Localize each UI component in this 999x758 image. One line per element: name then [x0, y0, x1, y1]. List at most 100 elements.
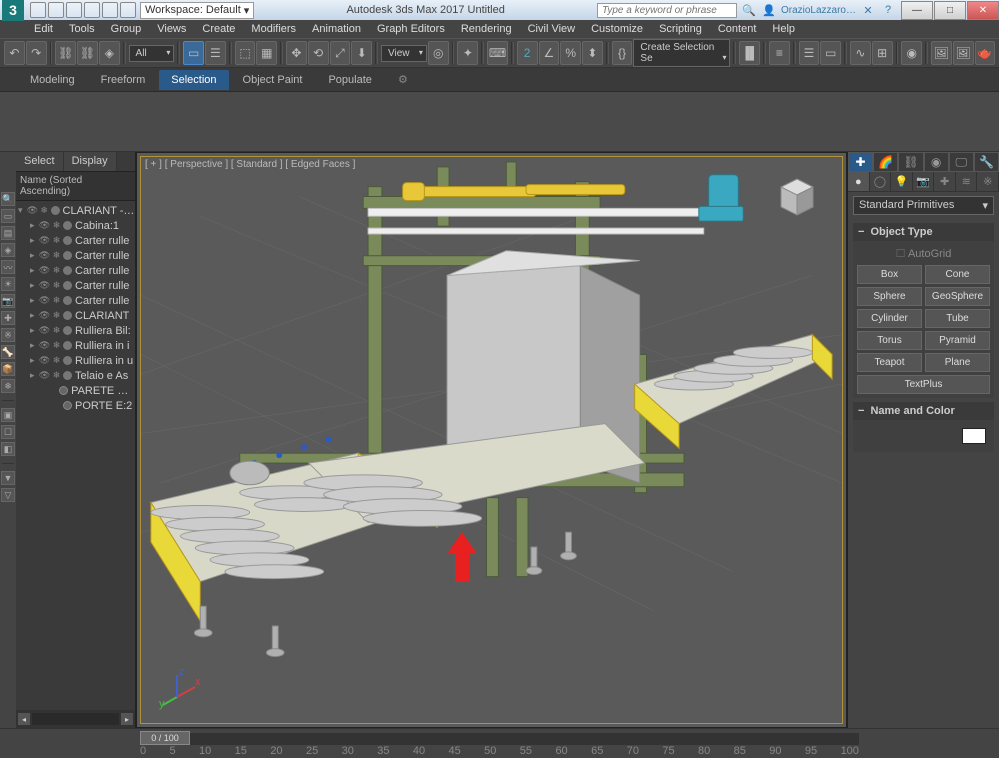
visibility-icon[interactable]: 👁 — [27, 205, 38, 216]
tree-item[interactable]: ▸👁❄Rulliera in u — [16, 353, 135, 368]
bind-icon[interactable]: ◈ — [99, 41, 120, 65]
tab-display[interactable]: Display — [64, 152, 117, 171]
help-icon[interactable]: ? — [880, 2, 896, 18]
category-dropdown[interactable]: Standard Primitives▾ — [853, 196, 994, 215]
tree-item[interactable]: ▸👁❄Carter rulle — [16, 233, 135, 248]
visibility-icon[interactable]: 👁 — [39, 265, 50, 276]
display-invert-icon[interactable]: ◧ — [1, 442, 15, 456]
motion-tab-icon[interactable]: ◉ — [924, 152, 949, 172]
window-crossing-icon[interactable]: ▦ — [256, 41, 277, 65]
keyboard-shortcut-icon[interactable]: ⌨ — [487, 41, 508, 65]
tree-item[interactable]: ▸👁❄Telaio e As — [16, 368, 135, 383]
scroll-left-icon[interactable]: ◂ — [18, 713, 30, 725]
tree-item[interactable]: ▸👁❄Cabina:1 — [16, 218, 135, 233]
ribbon-tab-populate[interactable]: Populate — [316, 70, 383, 90]
tree-item[interactable]: ▸👁❄Carter rulle — [16, 248, 135, 263]
visibility-icon[interactable]: 👁 — [39, 325, 50, 336]
schematic-view-icon[interactable]: ⊞ — [872, 41, 893, 65]
tree-item[interactable]: ▸👁❄Carter rulle — [16, 278, 135, 293]
unlink-icon[interactable]: ⛓ — [77, 41, 98, 65]
maximize-button[interactable]: □ — [934, 1, 966, 20]
open-icon[interactable] — [48, 2, 64, 18]
select-place-icon[interactable]: ⬇ — [351, 41, 372, 65]
tree-item[interactable]: ▸👁❄CLARIANT — [16, 308, 135, 323]
render-icon[interactable]: 🫖 — [975, 41, 996, 65]
primitive-tube-button[interactable]: Tube — [925, 309, 990, 328]
menu-views[interactable]: Views — [149, 21, 194, 37]
workspace-selector[interactable]: Workspace: Default ▾ — [140, 2, 254, 19]
viewport[interactable]: [ + ] [ Perspective ] [ Standard ] [ Edg… — [136, 152, 847, 728]
expand-icon[interactable]: ▸ — [30, 265, 39, 276]
freeze-icon[interactable]: ❄ — [51, 250, 62, 261]
primitive-sphere-button[interactable]: Sphere — [857, 287, 922, 306]
view-by-icon[interactable]: ▤ — [1, 226, 15, 240]
freeze-icon[interactable]: ❄ — [51, 325, 62, 336]
spinner-snap-icon[interactable]: ⬍ — [582, 41, 603, 65]
ribbon-tab-modeling[interactable]: Modeling — [18, 70, 87, 90]
time-slider-handle[interactable]: 0 / 100 — [140, 731, 190, 745]
rollout-object-type-header[interactable]: Object Type — [853, 223, 994, 241]
autogrid-checkbox[interactable]: ☐ AutoGrid — [857, 245, 990, 265]
filter-bone-icon[interactable]: 🦴 — [1, 345, 15, 359]
tree-item[interactable]: ▸👁❄Carter rulle — [16, 293, 135, 308]
menu-modifiers[interactable]: Modifiers — [243, 21, 304, 37]
create-tab-icon[interactable]: ✚ — [848, 152, 873, 172]
display-tab-icon[interactable]: 🖵 — [949, 152, 974, 172]
visibility-icon[interactable]: 👁 — [39, 340, 50, 351]
menu-help[interactable]: Help — [764, 21, 803, 37]
primitive-textplus-button[interactable]: TextPlus — [857, 375, 990, 394]
minimize-button[interactable]: — — [901, 1, 933, 20]
align-icon[interactable]: ≡ — [769, 41, 790, 65]
exchange-icon[interactable]: ✕ — [860, 2, 876, 18]
freeze-icon[interactable]: ❄ — [51, 295, 62, 306]
scene-explorer-scrollbar[interactable]: ◂ ▸ — [16, 710, 135, 728]
primitive-plane-button[interactable]: Plane — [925, 353, 990, 372]
tab-select[interactable]: Select — [16, 152, 64, 171]
visibility-icon[interactable]: 👁 — [39, 295, 50, 306]
expand-icon[interactable]: ▸ — [30, 310, 39, 321]
freeze-icon[interactable]: ❄ — [51, 265, 62, 276]
select-manipulate-icon[interactable]: ✦ — [457, 41, 478, 65]
close-button[interactable]: ✕ — [967, 1, 999, 20]
ref-coord-dropdown[interactable]: View — [381, 45, 427, 62]
modify-tab-icon[interactable]: 🌈 — [873, 152, 898, 172]
rollout-name-color-header[interactable]: Name and Color — [853, 402, 994, 420]
display-none2-icon[interactable]: ☐ — [1, 425, 15, 439]
filter-light-icon[interactable]: ☀ — [1, 277, 15, 291]
scene-explorer-header[interactable]: Name (Sorted Ascending) — [16, 172, 135, 201]
filter-geom-icon[interactable]: ◈ — [1, 243, 15, 257]
visibility-icon[interactable] — [38, 385, 48, 396]
percent-snap-icon[interactable]: % — [560, 41, 581, 65]
signin-icon[interactable]: 👤 — [761, 2, 777, 18]
geometry-icon[interactable]: ● — [848, 172, 870, 191]
undo-icon[interactable]: ↶ — [4, 41, 25, 65]
menu-scripting[interactable]: Scripting — [651, 21, 710, 37]
material-editor-icon[interactable]: ◉ — [901, 41, 922, 65]
expand-icon[interactable]: ▾ — [18, 205, 27, 216]
visibility-icon[interactable]: 👁 — [39, 280, 50, 291]
undo-icon[interactable] — [84, 2, 100, 18]
render-setup-icon[interactable]: 🖼 — [931, 41, 952, 65]
filter-container-icon[interactable]: 📦 — [1, 362, 15, 376]
tree-item[interactable]: PORTE E:2 — [16, 398, 135, 413]
select-object-icon[interactable]: ▭ — [183, 41, 204, 65]
helpers-icon[interactable]: ✚ — [934, 172, 956, 191]
render-frame-icon[interactable]: 🖼 — [953, 41, 974, 65]
menu-content[interactable]: Content — [710, 21, 765, 37]
find-icon[interactable]: 🔍 — [1, 192, 15, 206]
visibility-icon[interactable] — [39, 400, 50, 411]
search-icon[interactable]: 🔍 — [741, 2, 757, 18]
tree-item[interactable]: PARETE C - 4: — [16, 383, 135, 398]
menu-edit[interactable]: Edit — [26, 21, 61, 37]
tree-item[interactable]: ▸👁❄Rulliera Bil: — [16, 323, 135, 338]
expand-icon[interactable]: ▸ — [30, 235, 39, 246]
tree-item[interactable]: ▸👁❄Carter rulle — [16, 263, 135, 278]
display-all-icon[interactable]: ▣ — [1, 408, 15, 422]
primitive-geosphere-button[interactable]: GeoSphere — [925, 287, 990, 306]
freeze-icon[interactable]: ❄ — [39, 205, 50, 216]
filter-frozen-icon[interactable]: ❄ — [1, 379, 15, 393]
mirror-icon[interactable]: ▐▌ — [739, 41, 760, 65]
visibility-icon[interactable]: 👁 — [39, 250, 50, 261]
visibility-icon[interactable]: 👁 — [39, 220, 50, 231]
spacewarps-icon[interactable]: ≋ — [956, 172, 978, 191]
